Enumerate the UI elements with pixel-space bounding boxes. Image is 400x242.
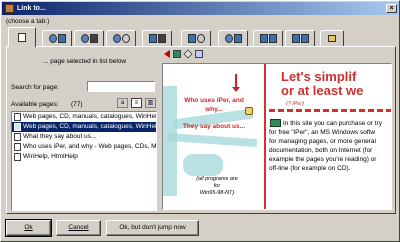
ok-dont-jump-button-label: Ok, but don't jump now xyxy=(119,224,186,231)
tab-catalogue-2[interactable] xyxy=(285,30,315,46)
list-item-label: What they say about us... xyxy=(23,133,97,140)
preview-title-line1: Let's simplif xyxy=(281,69,357,84)
preview-link-who-uses-line2: why... xyxy=(205,106,223,113)
preview-platform-note: (all programs are for Win95-98-NT) xyxy=(189,176,245,197)
book-icon xyxy=(57,34,66,43)
preview-body-line: example the pages you're reading) or xyxy=(269,156,377,163)
search-label: Search for page: xyxy=(11,84,60,91)
view-mode-buttons: a ≡ ▥ xyxy=(117,98,156,108)
page-icon[interactable] xyxy=(195,50,203,58)
book-icon xyxy=(259,34,268,43)
tab-catalogue-1[interactable] xyxy=(253,30,283,46)
doc-icon xyxy=(18,33,26,42)
note-line: (all programs are xyxy=(196,176,238,182)
close-button[interactable]: × xyxy=(386,4,397,13)
list-item[interactable]: Web pages, CD, manuals, catalogues, WinH… xyxy=(12,112,156,122)
tab-web-cd[interactable] xyxy=(106,30,136,46)
book-icon xyxy=(148,34,157,43)
ok-button[interactable]: Ok xyxy=(5,219,52,237)
book-icon[interactable] xyxy=(173,50,181,58)
tab-manual-cd[interactable] xyxy=(181,30,211,46)
book-icon xyxy=(187,34,196,43)
preview-link-who-uses[interactable]: Who uses iPer, and why... xyxy=(177,96,251,114)
folder-icon xyxy=(328,35,336,42)
preview-body-line: off-line (for example on CD). xyxy=(269,165,351,172)
list-view-button[interactable]: ≡ xyxy=(131,98,142,108)
list-item[interactable]: WinHelp, HtmlHelp xyxy=(12,152,156,162)
cancel-button-label: Cancel xyxy=(68,224,89,231)
list-item-label: Web pages, CD, manuals, catalogues, WinH… xyxy=(23,113,157,120)
hand-pointer-icon xyxy=(245,107,253,115)
globe-icon xyxy=(48,34,57,43)
preview-body-line: documentation, both on Internet (for xyxy=(269,147,373,154)
book-icon xyxy=(233,34,242,43)
page-icon xyxy=(14,143,21,151)
tab-web-manual[interactable] xyxy=(42,30,72,46)
decor-stroke xyxy=(183,154,223,176)
book-icon xyxy=(268,34,277,43)
preview-divider xyxy=(264,64,266,209)
page-icon xyxy=(14,123,21,131)
available-pages-count: (77) xyxy=(71,101,83,108)
preview-body-line: In this site you can purchase or try xyxy=(283,120,382,127)
page-icon xyxy=(14,113,21,121)
page-preview: Who uses iPer, and why... They say about … xyxy=(162,63,392,210)
cd-icon xyxy=(121,34,130,43)
globe-icon xyxy=(112,34,121,43)
note-line: for xyxy=(213,183,221,189)
list-item[interactable]: Web pages, CD, manuals, catalogues, WinH… xyxy=(12,122,156,132)
preview-title: Let's simplif or at least we xyxy=(281,70,363,98)
tab-web-catalogue[interactable] xyxy=(218,30,248,46)
globe-icon xyxy=(224,34,233,43)
app-icon xyxy=(5,4,14,13)
cancel-button[interactable]: Cancel xyxy=(56,220,101,236)
preview-body: In this site you can purchase or try for… xyxy=(269,119,391,173)
title-bar: Link to... × xyxy=(2,2,399,15)
arrow-down-icon xyxy=(232,74,240,92)
tab-manual-disk[interactable] xyxy=(142,30,172,46)
preview-toolbar xyxy=(164,49,203,59)
preview-body-line: for managing pages, or more general xyxy=(269,138,376,145)
tab-folder[interactable] xyxy=(320,30,344,46)
ok-button-label: Ok xyxy=(24,224,33,231)
tab-current-document[interactable] xyxy=(8,27,36,47)
list-item[interactable]: What they say about us... xyxy=(12,132,156,142)
decor-stroke xyxy=(166,132,258,148)
list-item-label: Web pages, CD, manuals, catalogues, WinH… xyxy=(23,123,157,130)
preview-subtitle: (? iPer) xyxy=(286,101,305,107)
selection-status: ... page selected in list below xyxy=(43,58,127,65)
preview-body-line: for free "iPer", an MS Windows softw xyxy=(269,129,376,136)
available-pages-label: Available pages: xyxy=(11,101,59,108)
detail-view-button[interactable]: ▥ xyxy=(145,98,156,108)
window-title: Link to... xyxy=(17,5,46,12)
list-item-label: Who uses iPer, and why - Web pages, CDs,… xyxy=(23,143,157,150)
preview-title-line2: or at least we xyxy=(281,83,364,98)
preview-link-they-say[interactable]: They say about us... xyxy=(177,123,251,130)
page-icon xyxy=(14,153,21,161)
preview-link-who-uses-line1: Who uses iPer, and xyxy=(184,97,244,104)
ok-dont-jump-button[interactable]: Ok, but don't jump now xyxy=(106,220,199,236)
search-input[interactable] xyxy=(87,81,155,92)
disk-icon xyxy=(89,34,98,43)
preview-dashed-rule xyxy=(269,109,391,112)
cd-icon xyxy=(196,34,205,43)
list-item[interactable]: Who uses iPer, and why - Web pages, CDs,… xyxy=(12,142,156,152)
choose-tab-label: (choose a tab:) xyxy=(6,18,50,25)
back-arrow-icon[interactable] xyxy=(164,50,170,58)
list-item-label: WinHelp, HtmlHelp xyxy=(23,153,78,160)
disk-icon xyxy=(157,34,166,43)
preview-sidebar: Who uses iPer, and why... They say about … xyxy=(163,64,263,209)
tab-strip xyxy=(6,27,396,47)
diamond-icon[interactable] xyxy=(183,49,193,59)
book-icon xyxy=(300,34,309,43)
globe-icon xyxy=(80,34,89,43)
book-icon xyxy=(291,34,300,43)
note-line: Win95-98-NT) xyxy=(199,190,235,196)
sort-alpha-button[interactable]: a xyxy=(117,98,128,108)
available-pages-list[interactable]: Web pages, CD, manuals, catalogues, WinH… xyxy=(11,111,157,211)
book-icon xyxy=(270,119,281,127)
link-to-dialog: Link to... × (choose a tab:) ... page se… xyxy=(0,0,400,242)
tab-web-disk[interactable] xyxy=(74,30,104,46)
page-icon xyxy=(14,133,21,141)
